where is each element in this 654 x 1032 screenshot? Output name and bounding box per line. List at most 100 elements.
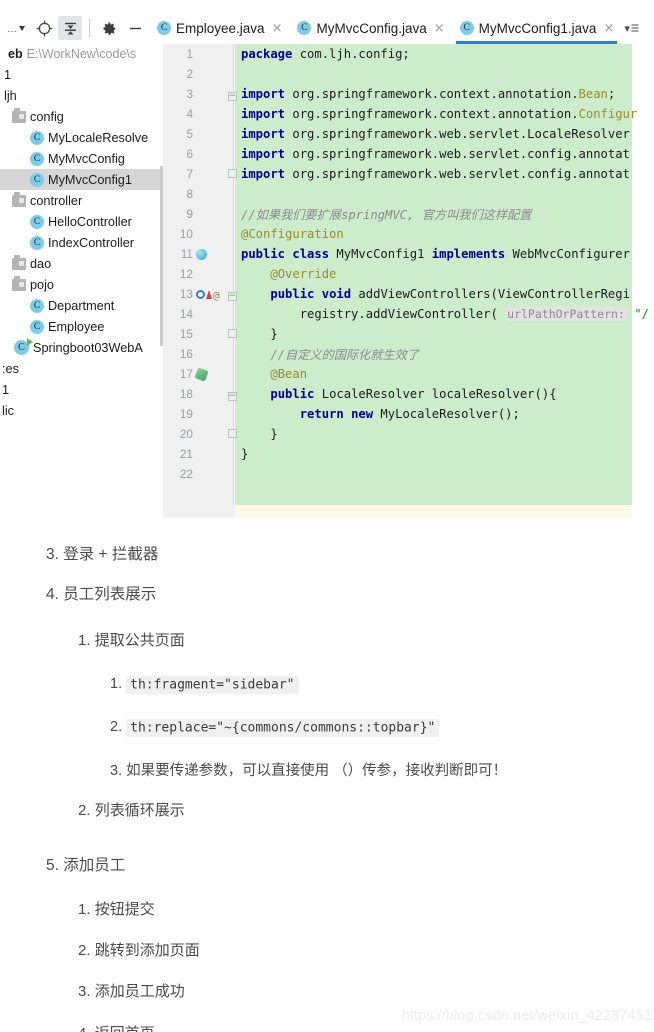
tree-node[interactable]: 1: [0, 64, 163, 85]
tree-node[interactable]: C MyLocaleResolve: [0, 127, 163, 148]
project-view-selector-icon[interactable]: …: [6, 16, 30, 40]
annotation-gutter-icon[interactable]: @: [213, 289, 224, 302]
tree-node[interactable]: config: [0, 106, 163, 127]
code-line: 8: [163, 184, 654, 204]
folder-icon: [12, 255, 26, 270]
code-text: import org.springframework.web.servlet.c…: [241, 167, 630, 181]
line-number: 14: [179, 307, 193, 321]
tab-mymvcconfig-java[interactable]: C MyMvcConfig.java ×: [289, 12, 451, 44]
line-number: 22: [179, 467, 193, 481]
settings-gear-icon[interactable]: [97, 16, 121, 40]
gutter-icons[interactable]: [194, 365, 226, 383]
close-icon[interactable]: ×: [603, 22, 614, 35]
close-icon[interactable]: ×: [272, 22, 283, 35]
tab-mymvcconfig1-java[interactable]: C MyMvcConfig1.java ×: [452, 12, 622, 44]
tree-node[interactable]: lic: [0, 400, 163, 421]
list-item: 4. 员工列表展示: [46, 582, 156, 604]
list-item-text: 登录 + 拦截器: [63, 546, 159, 563]
tab-overflow-icon[interactable]: ▾: [621, 12, 642, 44]
list-item: 2. th:replace="~{commons/commons::topbar…: [110, 718, 440, 737]
code-text: package com.ljh.config;: [241, 47, 410, 61]
code-text: import org.springframework.web.servlet.c…: [241, 147, 630, 161]
tree-node[interactable]: controller: [0, 190, 163, 211]
code-editor[interactable]: 1 package com.ljh.config; 2 3− import org.sp…: [163, 44, 654, 518]
line-number: 11: [180, 247, 193, 261]
java-class-icon: C: [459, 21, 474, 35]
java-class-icon: C: [30, 130, 44, 145]
code-line: 1 package com.ljh.config;: [163, 44, 654, 64]
tree-node[interactable]: 1: [0, 379, 163, 400]
tree-node[interactable]: C HelloController: [0, 211, 163, 232]
tree-node-label: HelloController: [48, 214, 132, 229]
tree-node[interactable]: C IndexController: [0, 232, 163, 253]
list-item: 3. 登录 + 拦截器: [46, 542, 158, 564]
tree-node-label: Springboot03WebA: [33, 340, 143, 355]
line-number: 4: [186, 107, 193, 121]
code-text: //如果我们要扩展springMVC, 官方叫我们这样配置: [241, 208, 532, 222]
tree-node[interactable]: C Employee: [0, 316, 163, 337]
run-arrow-icon: [27, 338, 33, 346]
tree-node[interactable]: dao: [0, 253, 163, 274]
locate-target-icon[interactable]: [32, 16, 56, 40]
code-fold-toggle[interactable]: [226, 328, 238, 341]
code-text: import org.springframework.context.annot…: [241, 107, 638, 121]
list-marker: 2.: [78, 942, 95, 959]
list-marker: 3.: [110, 763, 127, 779]
line-number: 19: [179, 407, 193, 421]
line-number: 1: [186, 47, 193, 61]
folder-icon: [12, 192, 26, 207]
hide-panel-icon[interactable]: [123, 16, 147, 40]
article-body: https://blog.csdn.net/weixin_42287451 3.…: [0, 518, 654, 1032]
chevron-down-icon: ▾: [624, 22, 630, 35]
spring-bean-icon[interactable]: [194, 366, 209, 382]
tree-node[interactable]: C Springboot03WebA: [0, 337, 163, 358]
implementing-method-icon[interactable]: [206, 289, 212, 299]
code-fold-toggle[interactable]: −: [226, 88, 238, 101]
toolbar-icon-group: …: [0, 12, 147, 44]
list-marker: 3.: [78, 983, 95, 1000]
tab-employee-java[interactable]: C Employee.java ×: [149, 12, 289, 44]
list-item-text: 添加员工: [63, 857, 126, 874]
line-number: 21: [179, 447, 193, 461]
code-line: 4 import org.springframework.context.anno…: [163, 104, 654, 124]
collapse-all-icon[interactable]: [58, 16, 82, 40]
list-marker: 1.: [110, 676, 127, 692]
list-item: 3. 如果要传递参数，可以直接使用 （）传参，接收判断即可！: [110, 759, 507, 780]
line-number: 5: [186, 127, 193, 141]
tree-node[interactable]: C MyMvcConfig1: [0, 169, 163, 190]
ide-toolbar: … C Employee.java × C MyMvcConfig.java ×…: [0, 12, 654, 44]
tree-node-label: MyMvcConfig1: [48, 172, 132, 187]
java-class-icon: C: [30, 319, 44, 334]
gutter-icons[interactable]: [196, 245, 226, 263]
class-gutter-icon[interactable]: [196, 248, 207, 260]
line-number: 15: [179, 327, 193, 341]
code-line: 5 import org.springframework.web.servlet.…: [163, 124, 654, 144]
code-fold-toggle[interactable]: −: [226, 288, 238, 301]
code-text: @Override: [270, 267, 337, 281]
tree-node-label: lic: [2, 403, 14, 418]
override-method-icon[interactable]: [196, 289, 205, 299]
project-path: E:\WorkNew\code\s: [26, 47, 137, 61]
code-lines: 1 package com.ljh.config; 2 3− import org.sp…: [163, 44, 654, 484]
code-line: 22: [163, 464, 654, 484]
list-item-text: 按钮提交: [94, 901, 155, 918]
tree-node[interactable]: C MyMvcConfig: [0, 148, 163, 169]
code-text: }: [241, 447, 249, 461]
tree-node[interactable]: pojo: [0, 274, 163, 295]
list-marker: 3.: [46, 546, 64, 563]
tab-label: MyMvcConfig.java: [316, 20, 427, 36]
tree-node[interactable]: ljh: [0, 85, 163, 106]
tree-node[interactable]: :es: [0, 358, 163, 379]
tree-node[interactable]: C Department: [0, 295, 163, 316]
code-fold-toggle[interactable]: [226, 168, 238, 181]
close-icon[interactable]: ×: [434, 22, 445, 35]
list-item: 2. 跳转到添加页面: [78, 939, 200, 960]
project-tree[interactable]: 1 ljh config C MyLocaleResolve C MyMvcConfig C M…: [0, 64, 163, 421]
list-marker: 2.: [78, 802, 95, 819]
list-marker: 5.: [46, 857, 64, 874]
code-fold-toggle[interactable]: −: [226, 388, 238, 401]
gutter-icons[interactable]: @: [196, 285, 226, 303]
tree-node-label: MyLocaleResolve: [48, 130, 149, 145]
code-fold-toggle[interactable]: [226, 428, 238, 441]
project-tool-window[interactable]: eb E:\WorkNew\code\s 1 ljh config C MyLocale…: [0, 44, 163, 518]
